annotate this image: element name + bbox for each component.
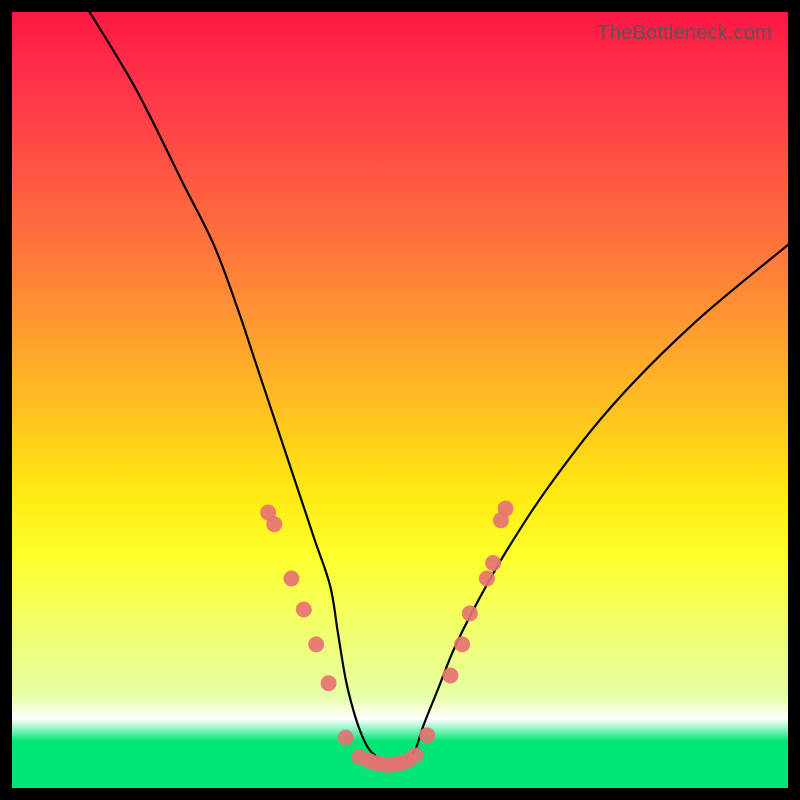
marker-dot bbox=[321, 675, 337, 691]
marker-dot bbox=[308, 636, 324, 652]
marker-dot bbox=[462, 605, 478, 621]
marker-dot bbox=[266, 516, 282, 532]
marker-dot bbox=[479, 571, 495, 587]
marker-dot bbox=[296, 602, 312, 618]
marker-dot bbox=[454, 636, 470, 652]
bottleneck-curve-path bbox=[90, 12, 788, 765]
marker-dot bbox=[338, 730, 354, 746]
marker-dot bbox=[408, 747, 424, 763]
marker-dot bbox=[442, 668, 458, 684]
chart-plot-area: TheBottleneck.com bbox=[12, 12, 788, 788]
marker-dot bbox=[419, 727, 435, 743]
marker-dot bbox=[485, 555, 501, 571]
marker-group bbox=[260, 501, 513, 773]
chart-frame: TheBottleneck.com bbox=[0, 0, 800, 800]
marker-dot bbox=[283, 571, 299, 587]
marker-dot bbox=[498, 501, 514, 517]
chart-svg bbox=[12, 12, 788, 788]
